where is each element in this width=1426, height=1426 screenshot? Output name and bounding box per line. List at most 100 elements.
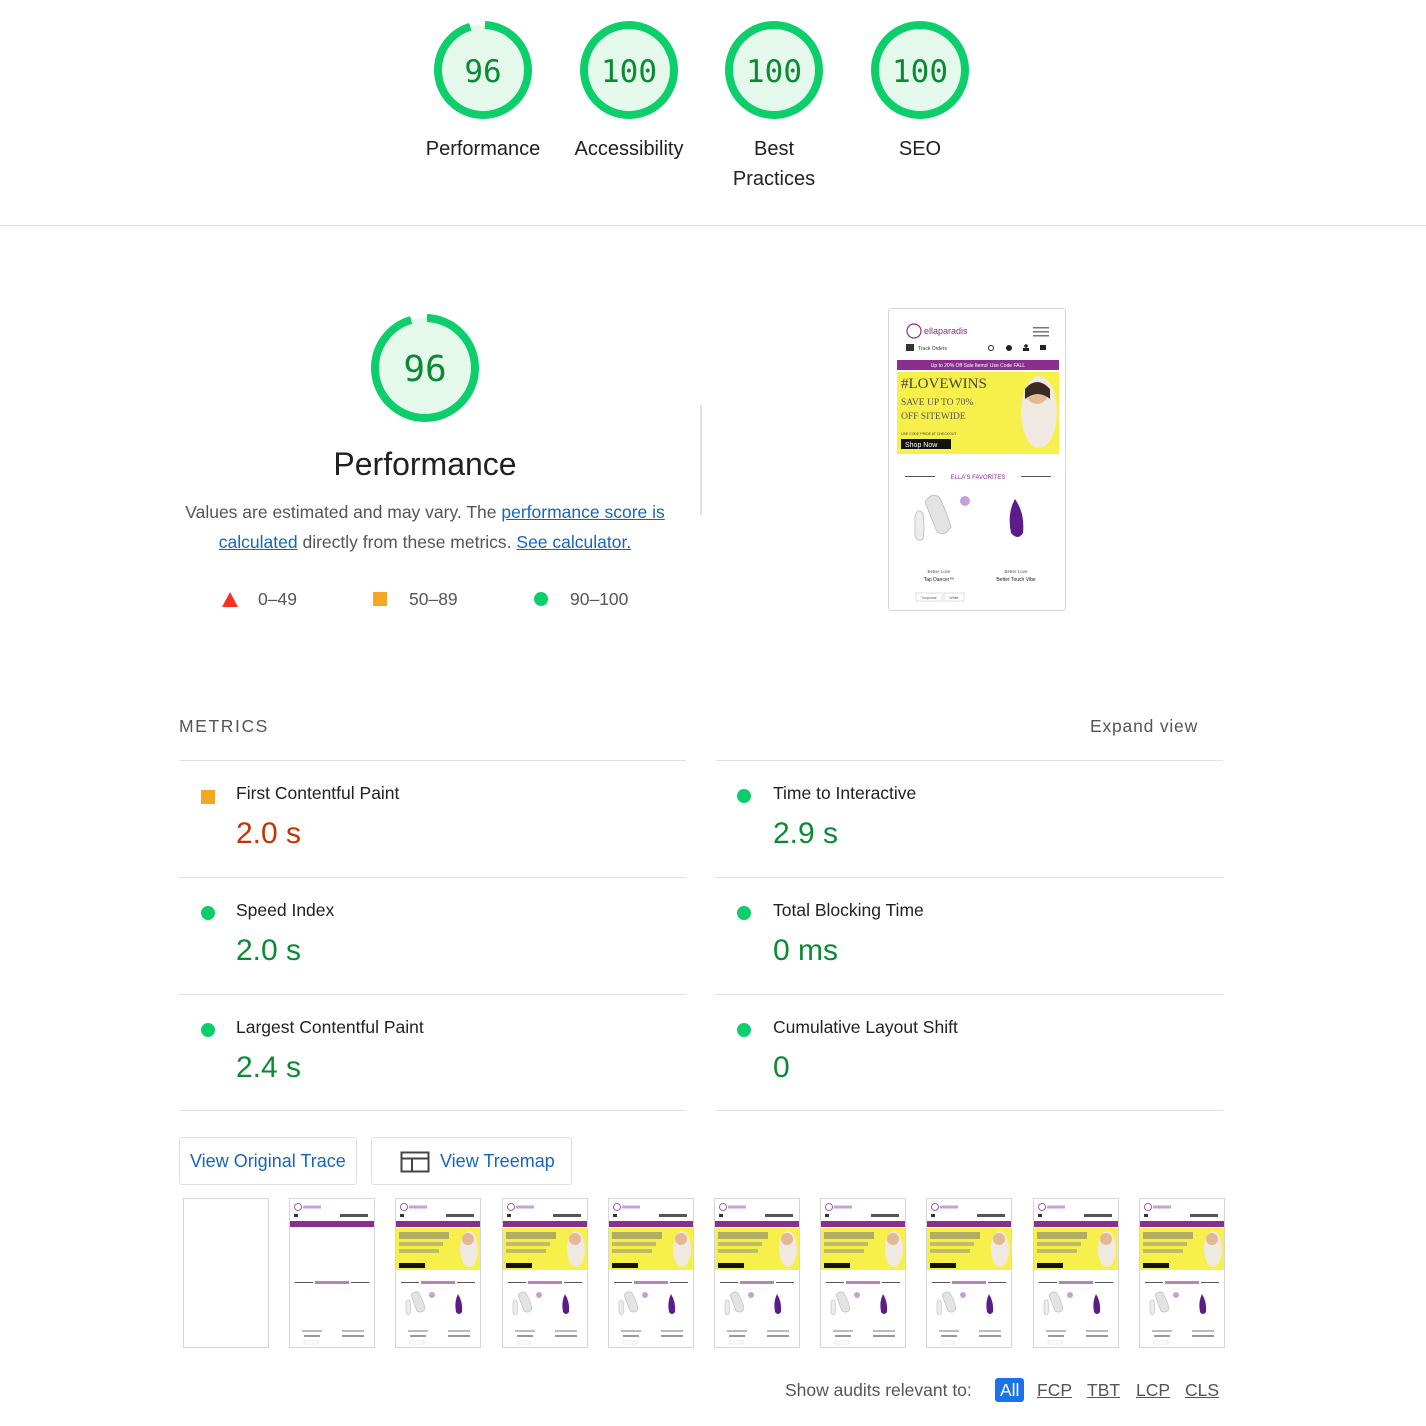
metric-name: Largest Contentful Paint (236, 1017, 424, 1037)
metric-value: 2.0 s (236, 934, 302, 967)
divider (179, 1110, 686, 1111)
metric-fcp: First Contentful Paint 2.0 s (179, 760, 686, 878)
filmstrip-frame (714, 1198, 800, 1348)
metric-value: 2.4 s (236, 1051, 302, 1084)
metric-speed-index: Speed Index 2.0 s (179, 877, 686, 995)
view-treemap-label: View Treemap (440, 1151, 555, 1171)
performance-summary: 96 Performance Values are estimated and … (175, 312, 675, 609)
final-screenshot[interactable]: ellaparadis Track Orders Up to 20% Off S… (888, 308, 1066, 611)
metric-value: 0 ms (773, 934, 839, 967)
shot-track: Track Orders (918, 346, 947, 352)
metric-lcp: Largest Contentful Paint 2.4 s (179, 994, 686, 1112)
filmstrip-thumbnail (609, 1203, 693, 1345)
filter-chip-fcp[interactable]: FCP (1037, 1378, 1072, 1402)
shot-hero-small: USE CODE PRIDE AT CHECKOUT (901, 432, 957, 436)
shot-swatch-1: Turquoise (921, 596, 936, 600)
gauge-seo-ring: 100 (871, 21, 969, 119)
filmstrip-frame (1033, 1198, 1119, 1348)
filmstrip-thumbnail (396, 1203, 480, 1345)
page-screenshot-image: ellaparadis Track Orders Up to 20% Off S… (897, 323, 1059, 602)
shot-swatch-2: White (950, 596, 959, 600)
shot-promo: Up to 20% Off Sale Items! Use Code FALL (931, 363, 1026, 369)
filmstrip-frame (395, 1198, 481, 1348)
metric-value: 0 (773, 1051, 790, 1084)
filmstrip-thumbnail (290, 1203, 374, 1345)
gauge-accessibility[interactable]: 100 Accessibility (554, 20, 704, 164)
metrics-heading: METRICS (179, 716, 269, 736)
circle-icon (737, 906, 751, 920)
filmstrip-frame (1139, 1198, 1225, 1348)
legend-fail: 0–49 (222, 584, 297, 614)
metric-tti: Time to Interactive 2.9 s (716, 760, 1223, 878)
expand-view-toggle[interactable]: Expand view (1090, 716, 1198, 737)
shot-brand: ellaparadis (924, 326, 968, 336)
shot-p2-name: Better Touch Vibe (996, 577, 1036, 583)
legend-average-range: 50–89 (409, 589, 458, 609)
gauge-best-practices[interactable]: 100 Best Practices (699, 20, 849, 194)
shot-p2-brand: Better Love (1004, 569, 1028, 574)
filmstrip-thumbnail (821, 1203, 905, 1345)
filmstrip-thumbnail (927, 1203, 1011, 1345)
metric-name: First Contentful Paint (236, 783, 400, 803)
shot-hero-3: OFF SITEWIDE (901, 412, 966, 422)
filmstrip-frame (820, 1198, 906, 1348)
filmstrip-frame (926, 1198, 1012, 1348)
metric-tbt: Total Blocking Time 0 ms (716, 877, 1223, 995)
gauge-performance-score: 96 (464, 54, 501, 90)
performance-title: Performance (333, 446, 517, 482)
metric-name: Total Blocking Time (773, 900, 924, 920)
metric-name: Speed Index (236, 900, 335, 920)
square-icon (373, 592, 387, 606)
divider (700, 405, 702, 515)
gauge-best-practices-label: Best Practices (732, 138, 816, 190)
circle-icon (201, 1023, 215, 1037)
square-icon (201, 790, 215, 804)
description-text: Values are estimated and may vary. The (185, 502, 502, 522)
filmstrip-thumbnail (1140, 1203, 1224, 1345)
gauge-seo-label: SEO (898, 138, 942, 160)
circle-icon (201, 906, 215, 920)
gauge-accessibility-ring: 100 (580, 21, 678, 119)
shot-p1-brand: Better Love (927, 569, 951, 574)
legend-pass: 90–100 (534, 584, 629, 614)
view-original-trace-button[interactable]: View Original Trace (179, 1137, 357, 1185)
gauge-accessibility-label: Accessibility (574, 138, 684, 160)
gauge-accessibility-score: 100 (601, 54, 657, 90)
filmstrip-frame (289, 1198, 375, 1348)
gauge-seo[interactable]: 100 SEO (845, 20, 995, 164)
gauge-performance-ring: 96 (434, 21, 532, 119)
see-calculator-link[interactable]: See calculator. (516, 532, 631, 552)
view-treemap-button[interactable]: View Treemap (371, 1137, 572, 1185)
metric-name: Cumulative Layout Shift (773, 1017, 958, 1037)
gauge-best-practices-score: 100 (746, 54, 802, 90)
shot-hero-2: SAVE UP TO 70% (901, 398, 973, 408)
shot-hero-1: #LOVEWINS (901, 376, 987, 392)
circle-icon (737, 1023, 751, 1037)
gauge-best-practices-ring: 100 (725, 21, 823, 119)
shot-hero-cta: Shop Now (905, 442, 938, 449)
performance-description: Values are estimated and may vary. The p… (175, 497, 675, 557)
filter-chip-tbt[interactable]: TBT (1087, 1378, 1120, 1402)
filter-chip-cls[interactable]: CLS (1185, 1378, 1219, 1402)
gauge-seo-score: 100 (892, 54, 948, 90)
score-summary: 96 Performance 100 Accessibility 100 Bes… (0, 0, 1426, 226)
metric-cls: Cumulative Layout Shift 0 (716, 994, 1223, 1112)
filmstrip-thumbnail (1034, 1203, 1118, 1345)
filmstrip-frame (608, 1198, 694, 1348)
description-text-mid: directly from these metrics. (297, 532, 517, 552)
treemap-icon (400, 1151, 430, 1173)
legend-pass-range: 90–100 (570, 589, 629, 609)
score-legend: 0–49 50–89 90–100 (175, 584, 675, 614)
divider (716, 1110, 1223, 1111)
performance-score: 96 (403, 349, 446, 390)
filter-chip-lcp[interactable]: LCP (1136, 1378, 1170, 1402)
filmstrip-frame (502, 1198, 588, 1348)
filmstrip-frame (183, 1198, 269, 1348)
legend-average: 50–89 (373, 584, 458, 614)
gauge-performance[interactable]: 96 Performance (408, 20, 558, 164)
performance-gauge: 96 (371, 314, 479, 422)
audit-filter-label: Show audits relevant to: (785, 1380, 972, 1400)
filter-chip-all[interactable]: All (995, 1378, 1025, 1402)
gauge-performance-label: Performance (425, 138, 541, 160)
metric-value: 2.0 s (236, 817, 302, 850)
